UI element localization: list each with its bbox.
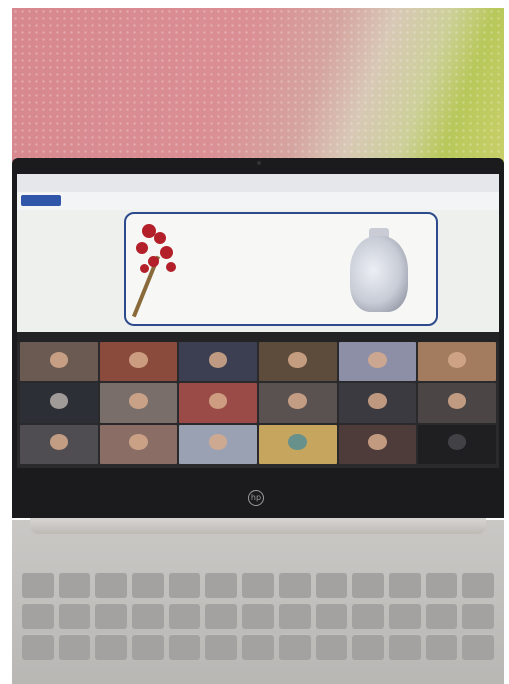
shared-whiteboard [17,210,499,332]
hp-logo-icon: hp [248,490,264,506]
participant-tile [338,342,417,382]
flower-icon [140,264,149,273]
vase-drawing [350,236,408,312]
lid-bottom-bezel: hp [12,476,504,518]
participant-tile [99,424,178,464]
participant-grid [20,342,496,464]
participant-tile [418,424,496,464]
participant-tile [99,342,178,382]
meeting-controls-strip [17,332,499,342]
participant-tile [338,424,417,464]
flower-icon [136,242,148,254]
laptop-lid [12,158,504,518]
participant-tile [258,424,337,464]
participant-tile [258,383,337,423]
laptop-keyboard-deck [12,520,504,684]
laptop-screen [17,174,499,468]
flower-icon [154,232,166,244]
participant-tile [20,342,98,382]
participant-tile [20,424,98,464]
flower-icon [160,246,173,259]
flower-icon [148,256,159,267]
flower-icon [166,262,176,272]
photo: hp [0,0,509,684]
share-button [21,195,61,206]
participant-tile [179,424,257,464]
participant-tile [418,383,496,423]
wall-background [12,8,504,168]
browser-bar [17,174,499,192]
participant-tile [20,383,98,423]
participant-tile [99,383,178,423]
participant-tile [338,383,417,423]
participant-tile [258,342,337,382]
participant-tile [179,383,257,423]
participant-tile [179,342,257,382]
webcam-icon [257,161,261,165]
whiteboard-toolbar [17,192,499,211]
keyboard [22,572,494,660]
whiteboard-frame [124,212,438,326]
laptop-hinge [30,518,486,534]
participant-tile [418,342,496,382]
